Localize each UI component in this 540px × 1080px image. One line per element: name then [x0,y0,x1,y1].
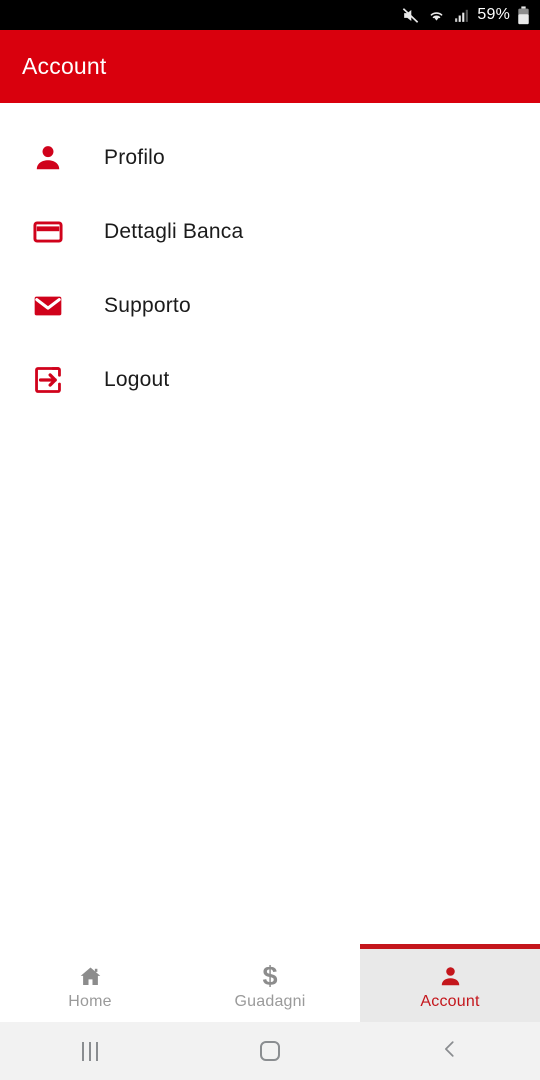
person-icon [32,142,74,174]
menu-item-logout[interactable]: Logout [0,343,540,417]
tab-account[interactable]: Account [360,944,540,1022]
menu-item-supporto[interactable]: Supporto [0,269,540,343]
menu-item-label: Supporto [104,294,191,317]
app-bar: Account [0,30,540,103]
envelope-icon [32,290,74,322]
chevron-left-icon [439,1038,461,1065]
home-button[interactable] [180,1041,360,1061]
tab-label: Guadagni [234,992,306,1010]
phone-screen: 59% Account Profilo Dettagli Banca Suppo… [0,0,540,1080]
signal-icon [453,7,470,24]
battery-icon [517,5,530,25]
menu-item-profilo[interactable]: Profilo [0,121,540,195]
menu-item-label: Dettagli Banca [104,220,244,243]
recents-button[interactable] [0,1041,180,1061]
back-button[interactable] [360,1038,540,1065]
dollar-icon: $ [262,960,278,991]
page-title: Account [22,53,107,79]
wifi-icon [427,6,446,25]
tab-label: Home [68,992,112,1010]
account-menu-list: Profilo Dettagli Banca Supporto Logout [0,103,540,944]
logout-icon [32,364,74,396]
bottom-tab-bar: Home $ Guadagni Account [0,944,540,1022]
menu-item-label: Profilo [104,146,165,169]
person-icon [438,961,463,989]
tab-label: Account [420,992,480,1010]
mute-icon [401,6,420,25]
tab-guadagni[interactable]: $ Guadagni [180,944,360,1022]
status-bar: 59% [0,0,540,30]
battery-percent-label: 59% [477,6,510,23]
menu-item-dettagli-banca[interactable]: Dettagli Banca [0,195,540,269]
recents-icon [82,1041,98,1061]
android-nav-bar [0,1022,540,1080]
home-square-icon [260,1041,280,1061]
tab-home[interactable]: Home [0,944,180,1022]
credit-card-icon [32,216,74,248]
menu-item-label: Logout [104,368,170,391]
home-icon [78,961,103,989]
